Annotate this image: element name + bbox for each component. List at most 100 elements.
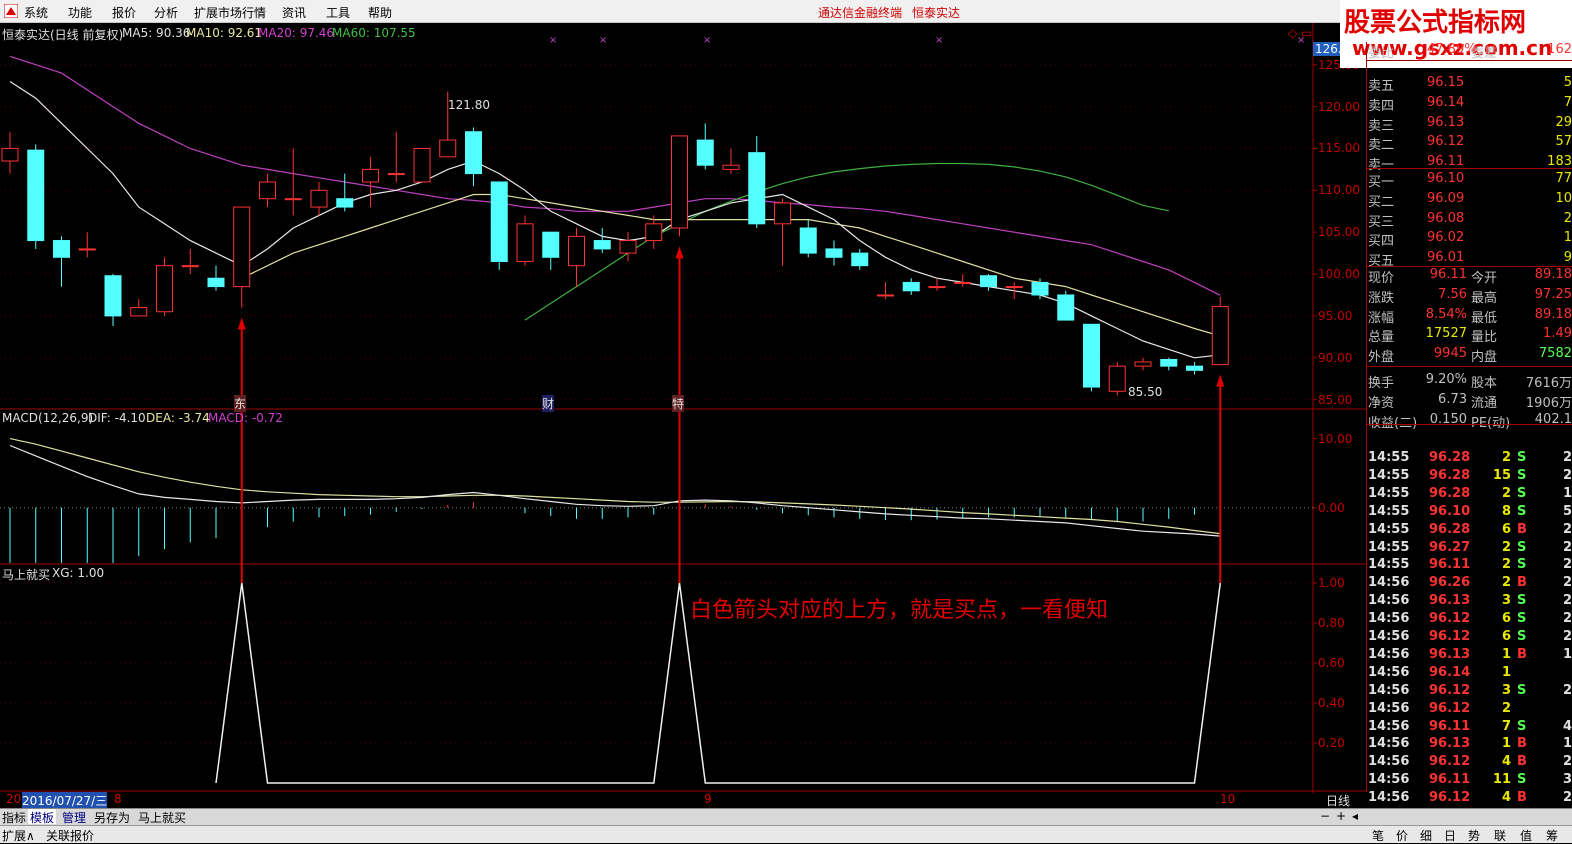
right-tab-ri[interactable]: 日 [1444,827,1456,844]
tick-side: S [1517,467,1527,483]
tick-row: 14:55 96.10 8 S 5 [1367,504,1572,522]
date-axis: 20 2016/07/27/三 8 9 10 日线 [0,792,1366,809]
candle-body [1083,323,1100,388]
menu-help[interactable]: 帮助 [368,4,392,21]
tick-volume: 11 [1492,772,1511,788]
right-tab-xi[interactable]: 细 [1420,827,1432,844]
related-quote-button[interactable]: 关联报价 [46,827,94,844]
menu-analysis[interactable]: 分析 [154,4,178,21]
tick-count: 2 [1563,593,1572,609]
price-tick-label: 110.00 [1318,183,1360,198]
menu-quote[interactable]: 报价 [112,4,136,21]
dif-line [9,444,1221,537]
tick-side: S [1517,611,1527,627]
tab-ma-shang-jiu-mai[interactable]: 马上就买 [136,809,188,825]
expand-button[interactable]: 扩展∧ [2,827,35,844]
tab-manage[interactable]: 管理 [60,809,88,825]
buy-row: 买四 96.02 1 [1367,230,1572,250]
value: 17527 [1425,326,1467,342]
candle-body [928,286,946,289]
zoom-plus-icon[interactable]: + [1334,809,1348,824]
event-marker-te[interactable]: 特 [672,395,685,412]
price: 96.15 [1427,75,1465,90]
date-label-8: 8 [114,792,122,806]
buy-row: 买三 96.08 2 [1367,211,1572,231]
menu-extended-market[interactable]: 扩展市场行情 [194,4,266,21]
dea-line [9,438,1221,535]
tick-time: 14:56 [1368,772,1410,788]
tick-price: 96.28 [1429,521,1471,537]
xg-tick-label: 0.20 [1318,736,1345,750]
tick-side: S [1517,539,1527,555]
right-tab-zhi[interactable]: 值 [1520,827,1532,844]
candle-body [1211,306,1229,366]
menu-news[interactable]: 资讯 [282,4,306,21]
tick-row: 14:56 96.12 3 S 2 [1367,683,1572,701]
stat-row: 换手 9.20% 股本 7616万 [1367,372,1572,392]
window-toggle-icons[interactable]: ◇ ▭ [1288,26,1312,40]
menu-tools[interactable]: 工具 [326,4,350,21]
price-tick-label: 120.00 [1318,99,1360,114]
value: 89.18 [1534,267,1572,282]
menu-function[interactable]: 功能 [68,4,92,21]
right-tab-jia[interactable]: 价 [1396,827,1408,844]
event-marker-dong[interactable]: 东 [234,395,247,412]
menu-system[interactable]: 系统 [24,4,48,21]
price: 96.13 [1427,114,1465,130]
indicator-tab-bar: 指标 模板 管理 另存为 马上就买 − + ◂ [0,808,1572,825]
tick-price: 96.12 [1429,754,1471,770]
period-label[interactable]: 日线 [1326,792,1350,809]
date-label-9: 9 [704,792,712,806]
price-tick-label: 90.00 [1318,350,1353,365]
quote-separator [1367,168,1572,169]
zoom-minus-icon[interactable]: − [1318,809,1332,824]
volume: 57 [1555,134,1572,150]
sell-row: 卖二 96.12 57 [1367,134,1572,154]
tab-save-as[interactable]: 另存为 [92,809,132,825]
tick-time: 14:56 [1368,682,1410,698]
tab-indicator[interactable]: 指标 [0,809,28,825]
tick-row: 14:55 96.27 2 S 2 [1367,540,1572,558]
value: 1906万 [1525,395,1572,411]
tick-time: 14:56 [1368,629,1410,644]
candle-body [1,147,19,162]
candle-body [181,265,199,268]
tick-side: S [1517,450,1527,465]
value: 9.20% [1425,372,1467,387]
app-logo-icon [4,4,18,18]
value: 7.56 [1438,286,1467,302]
tick-time: 14:55 [1368,539,1410,555]
volume: 2 [1563,210,1572,226]
date-cursor-label: 2016/07/27/三 [22,792,108,809]
tick-count: 2 [1563,557,1572,573]
tick-time: 14:55 [1368,485,1410,501]
tick-price: 96.11 [1429,772,1471,788]
tick-count: 1 [1563,736,1572,752]
tick-volume: 1 [1501,664,1511,680]
tick-side: S [1517,485,1527,501]
label: 卖二 [1368,138,1395,154]
tick-volume: 7 [1501,718,1511,734]
value: 9945 [1433,346,1467,362]
candle-body [748,152,766,225]
tick-time: 14:56 [1368,593,1410,609]
candle-body [387,173,405,176]
candle-body [696,139,714,166]
value: 97.25 [1534,286,1572,302]
right-tab-shi[interactable]: 势 [1468,827,1480,844]
tab-template[interactable]: 模板 [28,809,57,825]
stock-title: 恒泰实达 [912,6,961,20]
price-tick-label: 115.00 [1318,141,1360,156]
candle-body [1005,286,1023,289]
tick-side: S [1517,682,1527,698]
xg-legend-name: 马上就买 [2,568,51,582]
top-marker-icon: × [599,35,607,46]
right-tab-chou[interactable]: 筹 [1546,827,1558,844]
right-tab-lian[interactable]: 联 [1494,827,1506,844]
scroll-left-icon[interactable]: ◂ [1350,809,1360,824]
right-tab-bi[interactable]: 笔 [1372,827,1384,844]
candle-body [465,131,482,175]
event-marker-cai[interactable]: 财 [542,395,555,412]
tick-volume: 2 [1501,700,1511,716]
tick-count: 5 [1563,503,1572,519]
